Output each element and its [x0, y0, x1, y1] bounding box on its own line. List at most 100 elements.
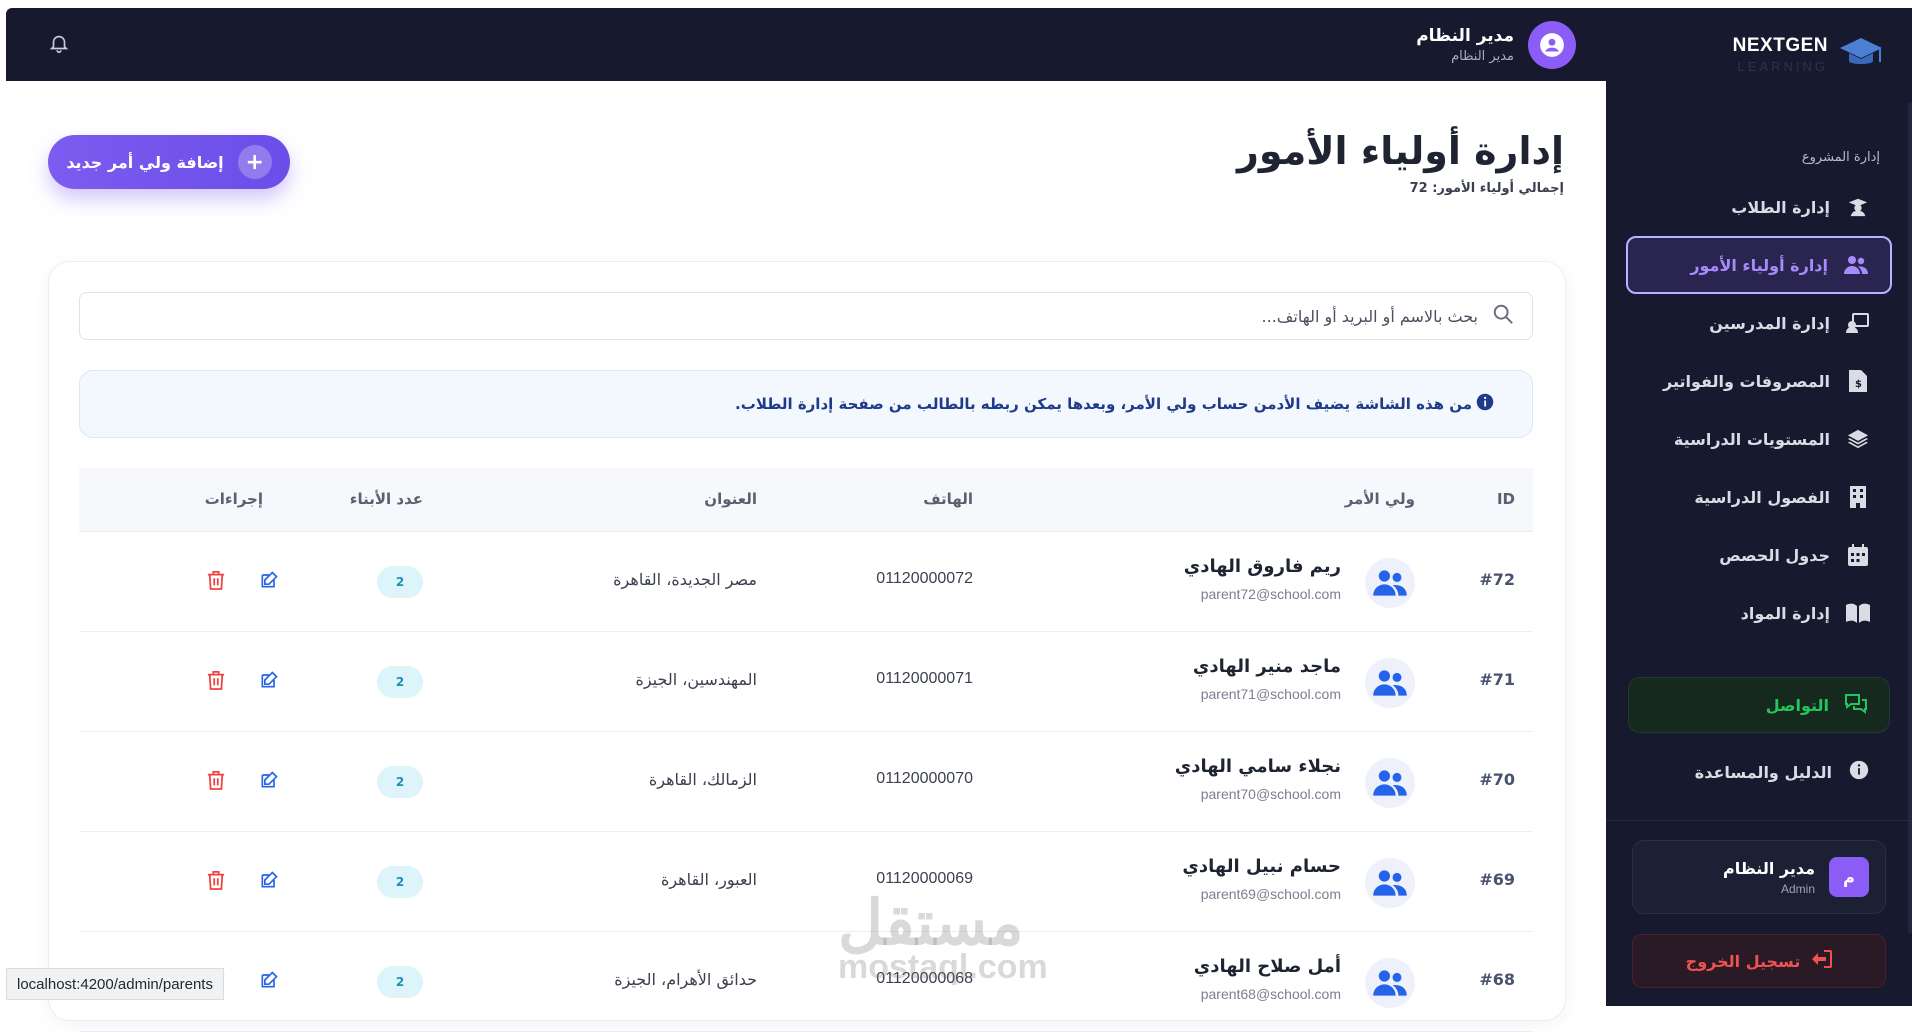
parent-address: المهندسين، الجيزة [635, 670, 757, 689]
trash-icon[interactable] [207, 870, 229, 892]
parent-email: parent68@school.com [1200, 986, 1341, 1002]
col-actions: إجراءات [204, 490, 263, 508]
logout-button[interactable]: تسجيل الخروج [1632, 934, 1886, 988]
parent-email: parent72@school.com [1200, 586, 1341, 602]
parents-card: بحث بالاسم أو البريد أو الهاتف... من هذه… [48, 261, 1566, 1032]
col-address: العنوان [704, 490, 757, 508]
contact-button[interactable]: التواصل [1628, 677, 1890, 733]
kids-count-badge: 2 [377, 966, 423, 998]
sidebar-item-levels[interactable]: المستويات الدراسية [1626, 410, 1892, 468]
chat-icon [1843, 692, 1869, 718]
parent-name: نجلاء سامي الهادي [1174, 756, 1341, 777]
app-window: مدير النظام مدير النظام NEXTGEN LEARNING… [0, 0, 1912, 1032]
avatar: م [1829, 857, 1869, 897]
parent-avatar-icon [1365, 858, 1415, 908]
sidebar-item-label: المستويات الدراسية [1673, 429, 1830, 449]
bell-icon[interactable] [48, 32, 74, 58]
table-row[interactable]: #70 نجلاء سامي الهادي parent70@school.co… [79, 732, 1533, 832]
top-bar: مدير النظام مدير النظام [6, 8, 1606, 81]
help-link[interactable]: الدليل والمساعدة [1626, 744, 1892, 800]
browser-status-url: localhost:4200/admin/parents [6, 968, 224, 1000]
sidebar-item-parents[interactable]: إدارة أولياء الأمور [1626, 236, 1892, 294]
page-title: إدارة أولياء الأمور [1237, 129, 1564, 173]
logout-icon [1812, 950, 1833, 972]
table-row[interactable]: #71 ماجد منير الهادي parent71@school.com… [79, 632, 1533, 732]
search-input[interactable]: بحث بالاسم أو البريد أو الهاتف... [79, 292, 1533, 340]
brand-logo[interactable]: NEXTGEN LEARNING [1733, 32, 1884, 76]
sidebar-item-teachers[interactable]: إدارة المدرسين [1626, 294, 1892, 352]
info-banner: من هذه الشاشة يضيف الأدمن حساب ولي الأمر… [79, 370, 1533, 438]
kids-count-badge: 2 [377, 766, 423, 798]
layers-icon [1846, 427, 1870, 451]
kids-count-badge: 2 [377, 666, 423, 698]
trash-icon[interactable] [207, 770, 229, 792]
col-id: ID [1496, 490, 1515, 508]
parent-name: ريم فاروق الهادي [1183, 556, 1341, 577]
row-id: #71 [1479, 670, 1515, 689]
col-parent: ولي الأمر [1344, 490, 1415, 508]
edit-icon[interactable] [259, 770, 281, 792]
edit-icon[interactable] [259, 970, 281, 992]
add-parent-label: إضافة ولي أمر جديد [66, 152, 224, 172]
sidebar-item-subjects[interactable]: إدارة المواد [1626, 584, 1892, 642]
teacher-icon [1846, 311, 1870, 335]
table-header: ID ولي الأمر الهاتف العنوان عدد الأبناء … [79, 468, 1533, 532]
brand-subtitle: LEARNING [1737, 58, 1828, 74]
info-message: من هذه الشاشة يضيف الأدمن حساب ولي الأمر… [735, 395, 1472, 413]
col-phone: الهاتف [923, 490, 973, 508]
kids-count-badge: 2 [377, 566, 423, 598]
parent-address: مصر الجديدة، القاهرة [613, 570, 757, 589]
sidebar-item-invoices[interactable]: المصروفات والفواتير $ [1626, 352, 1892, 410]
info-icon [1848, 759, 1870, 785]
sidebar-user-name: مدير النظام [1722, 858, 1815, 878]
parent-phone: 01120000071 [876, 670, 973, 687]
parent-avatar-icon [1365, 658, 1415, 708]
parent-address: الزمالك، القاهرة [648, 770, 757, 789]
sidebar-divider [1606, 820, 1912, 821]
table-row[interactable]: #68 أمل صلاح الهادي parent68@school.com … [79, 932, 1533, 1032]
logout-label: تسجيل الخروج [1685, 951, 1801, 971]
sidebar-item-schedule[interactable]: جدول الحصص [1626, 526, 1892, 584]
edit-icon[interactable] [259, 570, 281, 592]
parent-name: ماجد منير الهادي [1192, 656, 1341, 677]
sidebar-section-label: إدارة المشروع [1801, 150, 1880, 165]
main-content: إدارة أولياء الأمور إجمالي أولياء الأمور… [6, 81, 1606, 1032]
parent-avatar-icon [1365, 758, 1415, 808]
sidebar-item-classes[interactable]: الفصول الدراسية [1626, 468, 1892, 526]
parent-name: أمل صلاح الهادي [1193, 956, 1341, 977]
add-parent-button[interactable]: إضافة ولي أمر جديد + [48, 135, 290, 189]
parent-phone: 01120000070 [876, 770, 973, 787]
trash-icon[interactable] [207, 670, 229, 692]
row-id: #69 [1479, 870, 1515, 889]
top-user-profile[interactable]: مدير النظام مدير النظام [1416, 20, 1576, 70]
sidebar-user-card[interactable]: مدير النظام Admin م [1632, 840, 1886, 914]
parents-table: ID ولي الأمر الهاتف العنوان عدد الأبناء … [79, 468, 1533, 1032]
parent-avatar-icon [1365, 958, 1415, 1008]
sidebar-user-role: Admin [1780, 881, 1815, 896]
sidebar-item-label: إدارة الطلاب [1731, 197, 1830, 217]
sidebar-item-students[interactable]: إدارة الطلاب [1626, 178, 1892, 236]
parent-avatar-icon [1365, 558, 1415, 608]
trash-icon[interactable] [207, 570, 229, 592]
edit-icon[interactable] [259, 870, 281, 892]
col-kids: عدد الأبناء [349, 490, 423, 508]
parent-address: العبور، القاهرة [660, 870, 757, 889]
invoice-icon: $ [1846, 369, 1870, 393]
parent-address: حدائق الأهرام، الجيزة [614, 970, 757, 989]
parent-name: حسام نبيل الهادي [1182, 856, 1341, 877]
graduation-cap-icon [1838, 32, 1884, 76]
top-user-name: مدير النظام [1416, 26, 1514, 46]
edit-icon[interactable] [259, 670, 281, 692]
row-id: #68 [1479, 970, 1515, 989]
page-subtitle: إجمالي أولياء الأمور: 72 [1409, 181, 1564, 196]
users-icon [1844, 253, 1868, 277]
table-row[interactable]: #69 حسام نبيل الهادي parent69@school.com… [79, 832, 1533, 932]
table-row[interactable]: #72 ريم فاروق الهادي parent72@school.com… [79, 532, 1533, 632]
plus-icon: + [237, 145, 272, 179]
calendar-icon [1846, 543, 1870, 567]
building-icon [1846, 485, 1870, 509]
sidebar: NEXTGEN LEARNING إدارة المشروع إدارة الط… [1606, 8, 1912, 1006]
sidebar-item-label: إدارة المدرسين [1709, 313, 1830, 333]
sidebar-item-label: الفصول الدراسية [1694, 487, 1830, 507]
sidebar-scrollbar[interactable] [1908, 103, 1912, 933]
